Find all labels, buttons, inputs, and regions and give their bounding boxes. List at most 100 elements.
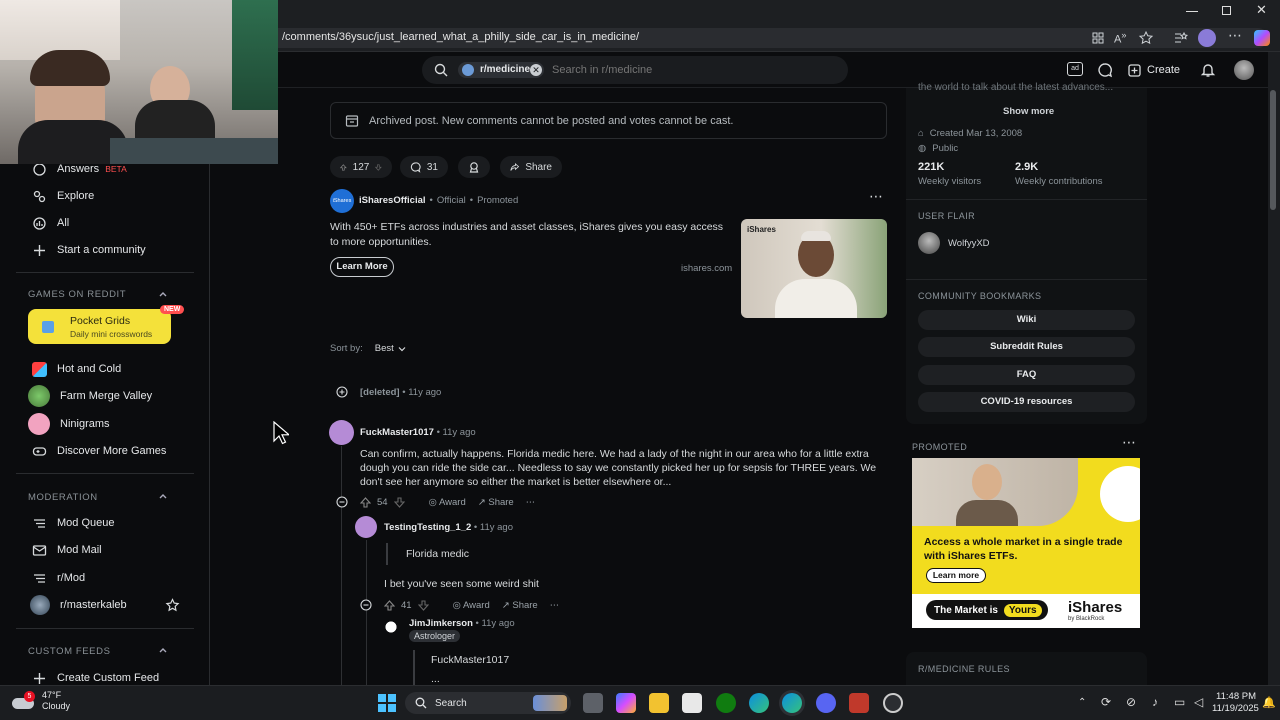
profile-avatar[interactable] [1198, 29, 1216, 47]
subreddit-masterkaleb[interactable]: r/masterkaleb [30, 594, 180, 616]
notification-bell-icon[interactable] [1200, 62, 1216, 78]
pocket-grids-card[interactable]: Pocket Grids Daily mini crosswords [28, 309, 171, 344]
r-mod[interactable]: r/Mod [32, 567, 85, 589]
upvote-icon[interactable] [340, 162, 347, 173]
ishares-ad[interactable]: Access a whole market in a single trade … [912, 458, 1140, 628]
mod-mail[interactable]: Mod Mail [32, 539, 102, 561]
comment-more-icon[interactable]: ⋯ [526, 497, 536, 508]
copilot-icon[interactable] [1254, 30, 1270, 46]
user-avatar[interactable] [1234, 60, 1254, 80]
promo-author[interactable]: iSharesOfficial [359, 195, 426, 206]
promo-image[interactable]: iShares [741, 219, 887, 318]
game-hot-and-cold[interactable]: Hot and Cold [32, 358, 121, 380]
promo-more-icon[interactable]: ⋯ [869, 189, 883, 203]
copilot-app-icon[interactable] [616, 693, 636, 713]
network-icon[interactable]: ▭ [1174, 695, 1185, 709]
comment-avatar[interactable] [355, 516, 377, 538]
ad-more-icon[interactable]: ⋯ [1122, 435, 1136, 449]
xbox-icon[interactable] [716, 693, 736, 713]
maximize-button[interactable] [1222, 6, 1231, 15]
user-flair-row[interactable]: WolfyyXD [918, 232, 990, 254]
custom-feeds-section-header[interactable]: CUSTOM FEEDS [28, 646, 111, 657]
edge-active-icon[interactable] [782, 693, 802, 713]
comment-share-button[interactable]: ↗ Share [502, 600, 538, 611]
upvote-icon[interactable] [384, 599, 395, 611]
tray-chevron-icon[interactable]: ⌃ [1078, 697, 1086, 708]
game-ninigrams[interactable]: Ninigrams [28, 413, 110, 435]
collapse-icon[interactable] [360, 599, 372, 611]
favorites-list-icon[interactable] [1172, 30, 1188, 46]
comment-author[interactable]: JimJimkerson [409, 618, 473, 629]
chevron-up-icon[interactable] [158, 645, 168, 655]
read-aloud-icon[interactable]: A» [1114, 30, 1130, 46]
downvote-icon[interactable] [393, 496, 405, 508]
moderation-section-header[interactable]: MODERATION [28, 492, 98, 503]
advertise-icon[interactable]: ad [1067, 62, 1083, 76]
comment-share-button[interactable]: ↗ Share [478, 497, 514, 508]
show-more-button[interactable]: Show more [1003, 106, 1054, 117]
discord-icon[interactable] [816, 693, 836, 713]
microsoft-store-icon[interactable] [682, 693, 702, 713]
game-farm-merge-valley[interactable]: Farm Merge Valley [28, 385, 152, 407]
comment-more-icon[interactable]: ⋯ [550, 600, 560, 611]
tray-sync-icon[interactable]: ⟳ [1101, 695, 1111, 709]
notification-center-icon[interactable]: 🔔 [1262, 696, 1276, 709]
more-options-icon[interactable]: ⋯ [1228, 28, 1244, 46]
sort-bar[interactable]: Sort by: Best [330, 343, 406, 354]
weather-widget[interactable]: 5 47°F Cloudy [12, 690, 70, 712]
expand-icon[interactable] [336, 386, 348, 398]
chip-remove-icon[interactable]: ✕ [530, 64, 542, 76]
award-button[interactable] [458, 156, 490, 178]
comment-avatar[interactable] [329, 420, 354, 445]
ad-learn-more-button[interactable]: Learn more [926, 568, 986, 583]
microphone-icon[interactable]: ♪ [1152, 695, 1158, 709]
sidebar-item-start-community[interactable]: Start a community [32, 239, 146, 261]
file-explorer-icon[interactable] [649, 693, 669, 713]
volume-icon[interactable]: ◁ [1194, 695, 1203, 709]
app-grid-icon[interactable] [1090, 30, 1106, 46]
bookmark-wiki[interactable]: Wiki [918, 310, 1135, 330]
favorite-star-icon[interactable] [165, 597, 180, 613]
upvote-icon[interactable] [360, 496, 371, 508]
learn-more-button[interactable]: Learn More [330, 257, 394, 277]
bookmark-faq[interactable]: FAQ [918, 365, 1135, 385]
create-custom-feed[interactable]: Create Custom Feed [32, 667, 159, 685]
clock[interactable]: 11:48 PM 11/19/2025 [1212, 691, 1259, 715]
collapse-icon[interactable] [336, 496, 348, 508]
create-button[interactable]: Create [1128, 60, 1184, 80]
close-window-button[interactable]: ✕ [1256, 3, 1268, 16]
downvote-icon[interactable] [375, 162, 382, 173]
comment-author[interactable]: TestingTesting_1_2 [384, 522, 471, 533]
minimize-button[interactable] [1186, 6, 1198, 16]
promo-domain[interactable]: ishares.com [681, 263, 732, 274]
scrollbar-thumb[interactable] [1270, 90, 1276, 210]
chevron-down-icon[interactable] [398, 345, 406, 353]
vote-pill[interactable]: 127 [330, 156, 392, 178]
mod-queue[interactable]: Mod Queue [32, 512, 114, 534]
sort-dropdown[interactable]: Best [375, 343, 394, 354]
tray-icon[interactable]: ⊘ [1126, 695, 1136, 709]
chat-icon[interactable] [1097, 62, 1113, 78]
edge-icon[interactable] [749, 693, 769, 713]
games-section-header[interactable]: GAMES ON REDDIT [28, 289, 126, 300]
sidebar-item-explore[interactable]: Explore [32, 185, 94, 207]
comments-button[interactable]: 31 [400, 156, 448, 178]
bookmark-subreddit-rules[interactable]: Subreddit Rules [918, 337, 1135, 357]
bookmark-covid-resources[interactable]: COVID-19 resources [918, 392, 1135, 412]
sidebar-item-all[interactable]: All [32, 212, 69, 234]
share-button[interactable]: Share [500, 156, 562, 178]
comment-author[interactable]: FuckMaster1017 [360, 427, 434, 438]
search-input[interactable] [552, 61, 832, 79]
obs-icon[interactable] [883, 693, 903, 713]
comment-award-button[interactable]: ◎ Award [453, 600, 490, 611]
comment-award-button[interactable]: ◎ Award [429, 497, 466, 508]
chevron-up-icon[interactable] [158, 491, 168, 501]
downvote-icon[interactable] [417, 599, 429, 611]
taskbar-search[interactable]: Search [405, 692, 571, 714]
task-view-icon[interactable] [583, 693, 603, 713]
chevron-up-icon[interactable] [158, 289, 168, 299]
favorite-star-icon[interactable] [1138, 30, 1154, 46]
start-button[interactable] [378, 694, 396, 712]
comment-avatar[interactable] [380, 616, 402, 638]
voice-mod-icon[interactable] [849, 693, 869, 713]
